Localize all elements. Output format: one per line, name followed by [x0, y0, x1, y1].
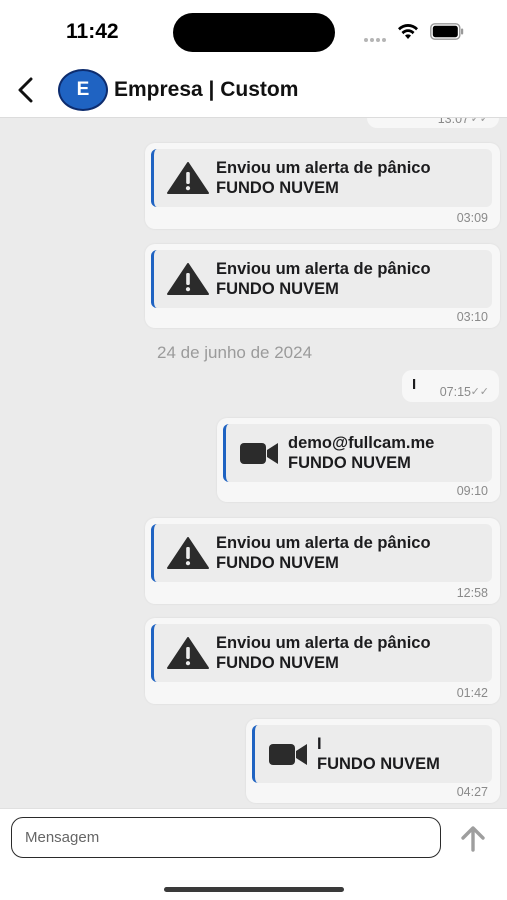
message-subtext: FUNDO NUVEM — [216, 179, 339, 197]
message-text: Enviou um alerta de pânico — [216, 260, 431, 278]
message-text: Enviou um alerta de pânico — [216, 159, 431, 177]
message-subtext: FUNDO NUVEM — [216, 654, 339, 672]
message-text: demo@fullcam.me — [288, 434, 435, 452]
quoted-alert: Enviou um alerta de pânico FUNDO NUVEM — [151, 250, 492, 308]
double-check-icon: ✓✓ — [470, 118, 489, 125]
message-text: Enviou um alerta de pânico — [216, 634, 431, 652]
quoted-video: demo@fullcam.me FUNDO NUVEM — [223, 424, 492, 482]
message-subtext: FUNDO NUVEM — [216, 280, 339, 298]
message-time: 01:42 — [456, 686, 488, 700]
video-camera-icon — [240, 443, 278, 464]
video-camera-icon — [269, 744, 307, 765]
composer-bar — [0, 808, 507, 900]
message-time: 13:07 — [437, 118, 469, 126]
quoted-alert: Enviou um alerta de pânico FUNDO NUVEM — [151, 524, 492, 582]
date-separator: 24 de junho de 2024 — [157, 343, 313, 362]
message-text: Enviou um alerta de pânico — [216, 534, 431, 552]
warning-icon — [167, 537, 209, 569]
warning-icon — [167, 637, 209, 669]
message-text: I — [412, 376, 417, 393]
message-time: 12:58 — [456, 586, 488, 600]
message-bubble[interactable]: I 07:15 ✓✓ — [402, 370, 499, 402]
message-bubble[interactable]: I FUNDO NUVEM 04:27 — [246, 719, 500, 803]
battery-icon — [430, 23, 464, 40]
message-time: 03:09 — [456, 211, 488, 225]
message-time: 09:10 — [456, 484, 488, 498]
message-time: 07:15 — [439, 385, 471, 399]
message-bubble[interactable]: demo@fullcam.me FUNDO NUVEM 09:10 — [217, 418, 500, 502]
back-button[interactable] — [10, 72, 42, 108]
home-indicator[interactable] — [164, 887, 344, 892]
message-subtext: FUNDO NUVEM — [317, 755, 440, 773]
quoted-alert: Enviou um alerta de pânico FUNDO NUVEM — [151, 624, 492, 682]
arrow-up-icon — [461, 826, 485, 852]
avatar[interactable]: E — [58, 69, 108, 111]
message-time: 03:10 — [456, 310, 488, 324]
message-input[interactable] — [11, 817, 441, 858]
message-list[interactable]: 13:07 ✓✓ Enviou um alerta de pânico FUND… — [0, 118, 507, 808]
message-bubble[interactable]: 13:07 ✓✓ — [367, 118, 499, 128]
message-text: I — [317, 735, 322, 753]
chat-title[interactable]: Empresa | Custom — [114, 78, 298, 102]
chat-header: E Empresa | Custom — [0, 62, 507, 118]
chevron-left-icon — [18, 77, 33, 103]
message-bubble[interactable]: Enviou um alerta de pânico FUNDO NUVEM 0… — [145, 244, 500, 328]
dynamic-island — [173, 13, 335, 52]
status-time: 11:42 — [66, 20, 119, 43]
cellular-signal-icon — [364, 29, 388, 47]
message-bubble[interactable]: Enviou um alerta de pânico FUNDO NUVEM 1… — [145, 518, 500, 604]
status-bar: 11:42 — [0, 0, 507, 62]
message-subtext: FUNDO NUVEM — [216, 554, 339, 572]
warning-icon — [167, 162, 209, 194]
message-bubble[interactable]: Enviou um alerta de pânico FUNDO NUVEM 0… — [145, 143, 500, 229]
message-subtext: FUNDO NUVEM — [288, 454, 411, 472]
warning-icon — [167, 263, 209, 295]
quoted-alert: Enviou um alerta de pânico FUNDO NUVEM — [151, 149, 492, 207]
send-button[interactable] — [456, 823, 490, 855]
message-bubble[interactable]: Enviou um alerta de pânico FUNDO NUVEM 0… — [145, 618, 500, 704]
message-time: 04:27 — [456, 785, 488, 799]
wifi-icon — [398, 23, 418, 39]
double-check-icon: ✓✓ — [470, 386, 489, 398]
quoted-video: I FUNDO NUVEM — [252, 725, 492, 783]
